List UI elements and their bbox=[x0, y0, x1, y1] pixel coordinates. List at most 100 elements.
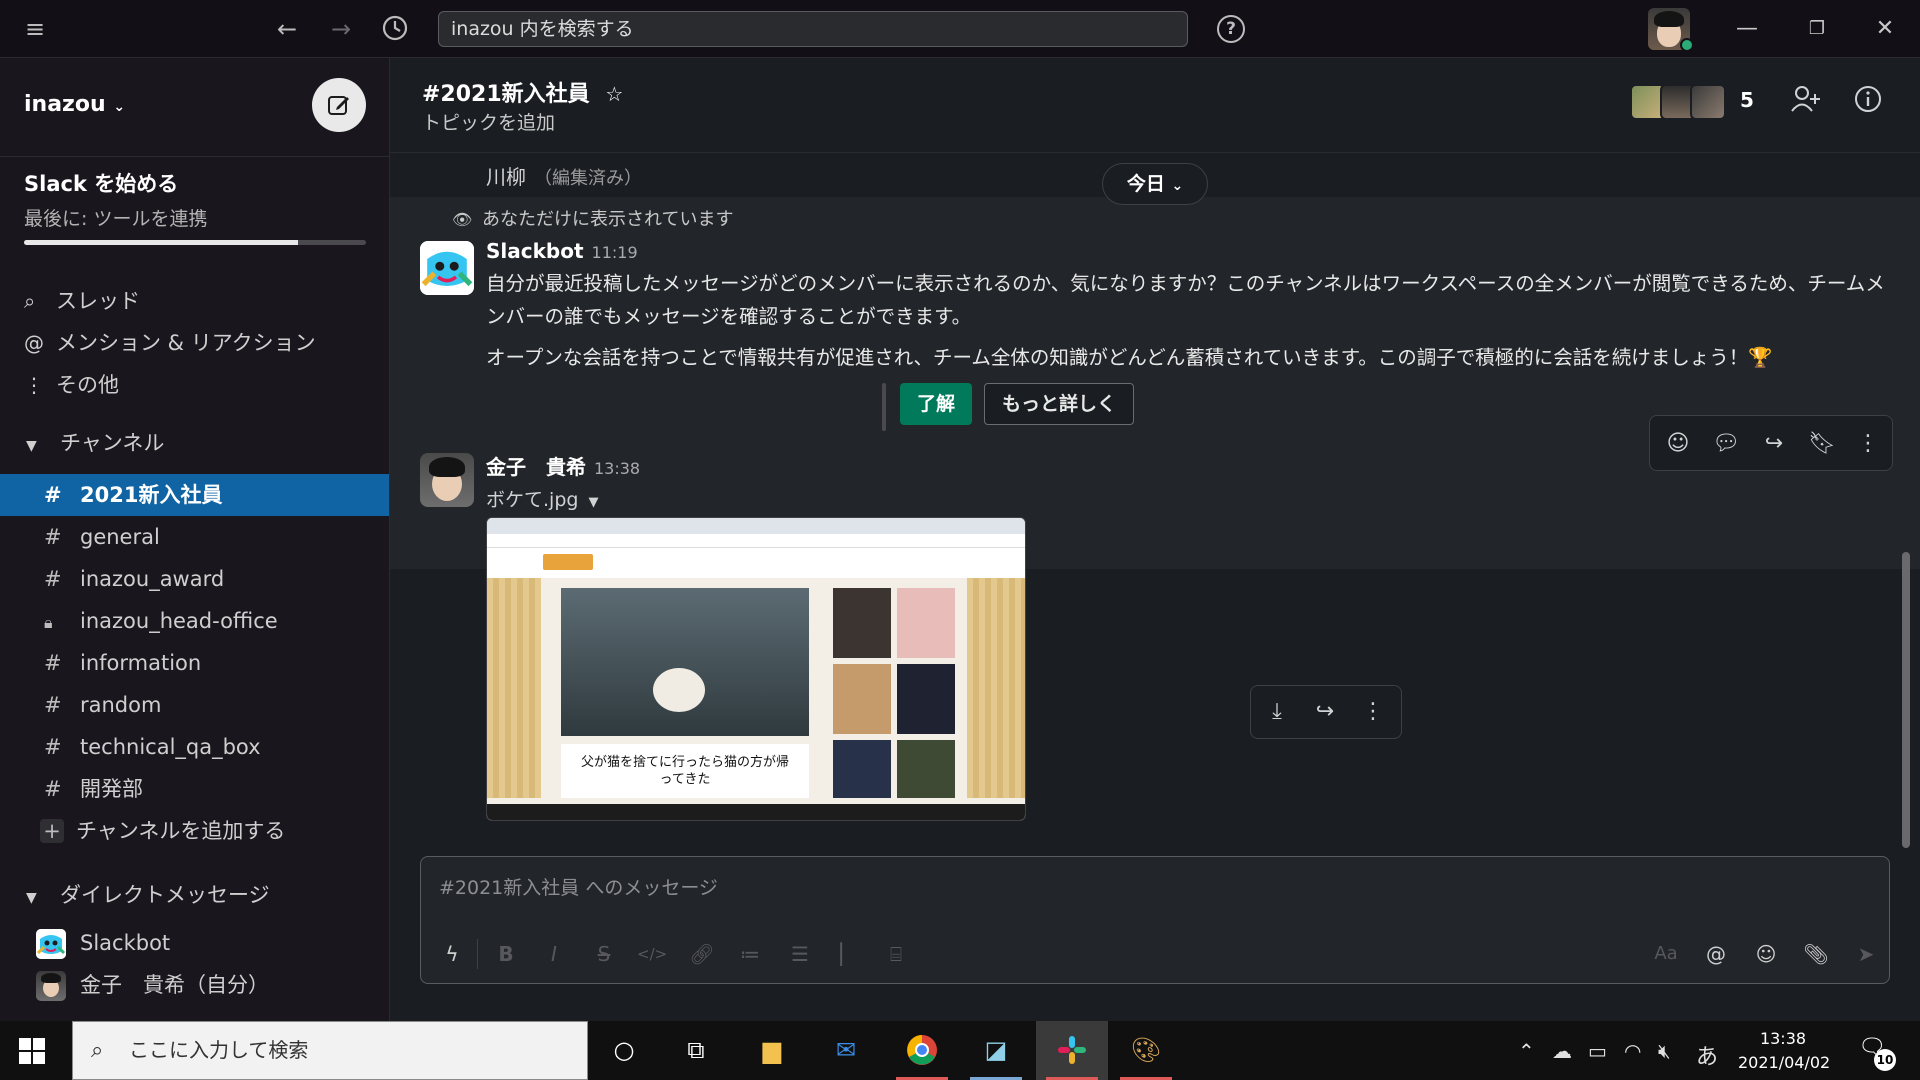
search-input[interactable]: inazou 内を検索する bbox=[438, 11, 1188, 47]
share-icon[interactable]: ↪ bbox=[1307, 694, 1343, 730]
user-avatar[interactable] bbox=[420, 453, 474, 507]
scrollbar[interactable] bbox=[1902, 552, 1910, 848]
slack-app-icon[interactable] bbox=[1036, 1021, 1108, 1080]
history-icon[interactable] bbox=[380, 14, 410, 44]
sidebar-item-channel[interactable]: #2021新入社員 bbox=[0, 474, 389, 516]
link-icon[interactable]: 🔗︎ bbox=[687, 939, 717, 969]
chrome-icon[interactable] bbox=[886, 1021, 958, 1080]
caret-down-icon: ▼ bbox=[26, 890, 37, 906]
message-sender[interactable]: 金子 貴希 13:38 bbox=[486, 451, 640, 480]
sidebar-item-channel[interactable]: # random bbox=[0, 684, 389, 726]
sidebar-item-channel[interactable]: # technical_qa_box bbox=[0, 726, 389, 768]
notepad-app-icon[interactable]: ◪ bbox=[960, 1021, 1032, 1080]
message-timestamp[interactable]: 13:38 bbox=[594, 459, 640, 478]
hash-icon: # bbox=[44, 693, 62, 717]
paint-app-icon[interactable]: 🎨︎ bbox=[1110, 1021, 1182, 1080]
file-explorer-icon[interactable]: ▆ bbox=[736, 1021, 808, 1080]
nav-threads[interactable]: ⌕ スレッド bbox=[24, 284, 140, 318]
dm-section-header[interactable]: ▼ ダイレクトメッセージ bbox=[26, 878, 270, 912]
more-actions-icon[interactable]: ⋮ bbox=[1850, 426, 1886, 462]
code-icon[interactable]: </> bbox=[637, 939, 667, 969]
nav-more[interactable]: ⋮ その他 bbox=[24, 368, 119, 402]
mail-icon[interactable]: ✉ bbox=[810, 1021, 882, 1080]
reply-thread-icon[interactable]: 💬︎ bbox=[1708, 426, 1744, 462]
sidebar-item-dm[interactable]: 金子 貴希（自分） bbox=[36, 966, 269, 1004]
download-icon[interactable]: ⤓ bbox=[1259, 694, 1295, 730]
volume-muted-icon[interactable]: 🔇︎ bbox=[1658, 1039, 1671, 1063]
workspace-name[interactable]: inazou ⌄ bbox=[24, 92, 125, 117]
add-member-icon[interactable] bbox=[1788, 84, 1824, 120]
sidebar-item-channel[interactable]: # information bbox=[0, 642, 389, 684]
channel-topic[interactable]: トピックを追加 bbox=[422, 108, 555, 135]
sidebar-item-channel[interactable]: 🔒︎ inazou_head-office bbox=[0, 600, 389, 642]
tray-chevron-icon[interactable]: ⌃ bbox=[1518, 1039, 1535, 1063]
bookmark-icon[interactable]: 🔖︎ bbox=[1804, 426, 1840, 462]
cortana-icon[interactable]: ○ bbox=[588, 1021, 660, 1080]
date-divider-button[interactable]: 今日 ⌄ bbox=[1102, 163, 1208, 205]
back-arrow-icon[interactable]: ← bbox=[272, 14, 302, 44]
blockquote-icon[interactable]: ▏ bbox=[833, 939, 863, 969]
attachment-bar bbox=[882, 383, 886, 431]
image-attachment[interactable]: 父が猫を捨てに行ったら猫の方が帰ってきた bbox=[486, 517, 1026, 821]
member-count[interactable]: 5 bbox=[1740, 88, 1754, 112]
battery-icon[interactable]: ▭ bbox=[1588, 1039, 1607, 1063]
at-icon: @ bbox=[24, 331, 44, 355]
onedrive-icon[interactable]: ☁ bbox=[1552, 1039, 1572, 1063]
sidebar-item-channel[interactable]: # inazou_award bbox=[0, 558, 389, 600]
caret-down-icon: ▼ bbox=[588, 495, 599, 510]
star-icon[interactable]: ☆ bbox=[605, 82, 623, 106]
onboarding-title[interactable]: Slack を始める bbox=[24, 168, 178, 198]
sidebar-item-dm[interactable]: Slackbot bbox=[36, 924, 170, 962]
share-icon[interactable]: ↪ bbox=[1756, 426, 1792, 462]
message-body: オープンな会話を持つことで情報共有が促進され、チーム全体の知識がどんどん蓄積され… bbox=[486, 346, 1773, 369]
emoji-icon[interactable]: ☺︎ bbox=[1751, 939, 1781, 969]
add-channel-button[interactable]: + チャンネルを追加する bbox=[0, 810, 389, 852]
message-timestamp[interactable]: 11:19 bbox=[592, 243, 638, 262]
restore-icon[interactable]: ❐ bbox=[1802, 14, 1832, 44]
taskbar-search-input[interactable]: ⌕ ここに入力して検索 bbox=[72, 1021, 588, 1080]
close-icon[interactable]: ✕ bbox=[1870, 14, 1900, 44]
nav-mentions[interactable]: @ メンション & リアクション bbox=[24, 326, 316, 360]
code-block-icon[interactable]: ⌸ bbox=[881, 939, 911, 969]
ime-indicator[interactable]: あ bbox=[1696, 1039, 1718, 1071]
bullet-list-icon[interactable]: ☰ bbox=[785, 939, 815, 969]
forward-arrow-icon[interactable]: → bbox=[326, 14, 356, 44]
ordered-list-icon[interactable]: ≔ bbox=[735, 939, 765, 969]
sidebar-item-channel[interactable]: # general bbox=[0, 516, 389, 558]
chevron-down-icon: ⌄ bbox=[1171, 178, 1184, 194]
compose-button[interactable] bbox=[312, 78, 366, 132]
sidebar: inazou ⌄ Slack を始める 最後に: ツールを連携 ⌕ スレッド @ メ… bbox=[0, 58, 390, 1021]
channel-title[interactable]: #2021新入社員 ☆ bbox=[422, 76, 623, 108]
mention-icon[interactable]: @ bbox=[1701, 939, 1731, 969]
message-input[interactable]: #2021新入社員 へのメッセージ bbox=[439, 873, 718, 900]
minimize-icon[interactable]: — bbox=[1732, 14, 1762, 44]
shortcuts-lightning-icon[interactable]: ϟ bbox=[437, 939, 467, 969]
formatting-toggle[interactable]: Aa bbox=[1651, 939, 1681, 969]
task-view-icon[interactable]: ⧉ bbox=[660, 1021, 732, 1080]
windows-start-icon[interactable] bbox=[18, 1037, 46, 1065]
ok-button[interactable]: 了解 bbox=[900, 383, 972, 425]
eye-icon: 👁︎ bbox=[452, 210, 473, 229]
italic-icon[interactable]: I bbox=[539, 939, 569, 969]
notification-center-icon[interactable]: 🗨︎ 10 bbox=[1858, 1035, 1896, 1071]
bold-icon[interactable]: B bbox=[491, 939, 521, 969]
send-icon[interactable]: ➤ bbox=[1851, 939, 1881, 969]
divider bbox=[0, 156, 389, 157]
wifi-icon[interactable]: ◠ bbox=[1624, 1039, 1641, 1063]
sidebar-item-channel[interactable]: # 開発部 bbox=[0, 768, 389, 810]
help-icon[interactable]: ? bbox=[1217, 15, 1245, 43]
message-composer[interactable]: #2021新入社員 へのメッセージ ϟ B I S </> 🔗︎ ≔ ☰ ▏ ⌸… bbox=[420, 856, 1890, 984]
taskbar-clock[interactable]: 13:38 2021/04/02 bbox=[1738, 1027, 1830, 1075]
add-reaction-icon[interactable]: ☺︎ bbox=[1660, 426, 1696, 462]
strikethrough-icon[interactable]: S bbox=[589, 939, 619, 969]
channels-section-header[interactable]: ▼ チャンネル bbox=[26, 426, 164, 460]
learn-more-button[interactable]: もっと詳しく bbox=[984, 383, 1134, 425]
message-sender[interactable]: Slackbot 11:19 bbox=[486, 239, 638, 263]
onboarding-progress bbox=[24, 240, 366, 245]
info-icon[interactable] bbox=[1850, 84, 1886, 120]
menu-icon[interactable]: ≡ bbox=[20, 14, 50, 44]
more-actions-icon[interactable]: ⋮ bbox=[1355, 694, 1391, 730]
slackbot-avatar[interactable] bbox=[420, 241, 474, 295]
attach-icon[interactable]: 📎︎ bbox=[1801, 939, 1831, 969]
file-name[interactable]: ボケて.jpg ▼ bbox=[486, 485, 598, 512]
